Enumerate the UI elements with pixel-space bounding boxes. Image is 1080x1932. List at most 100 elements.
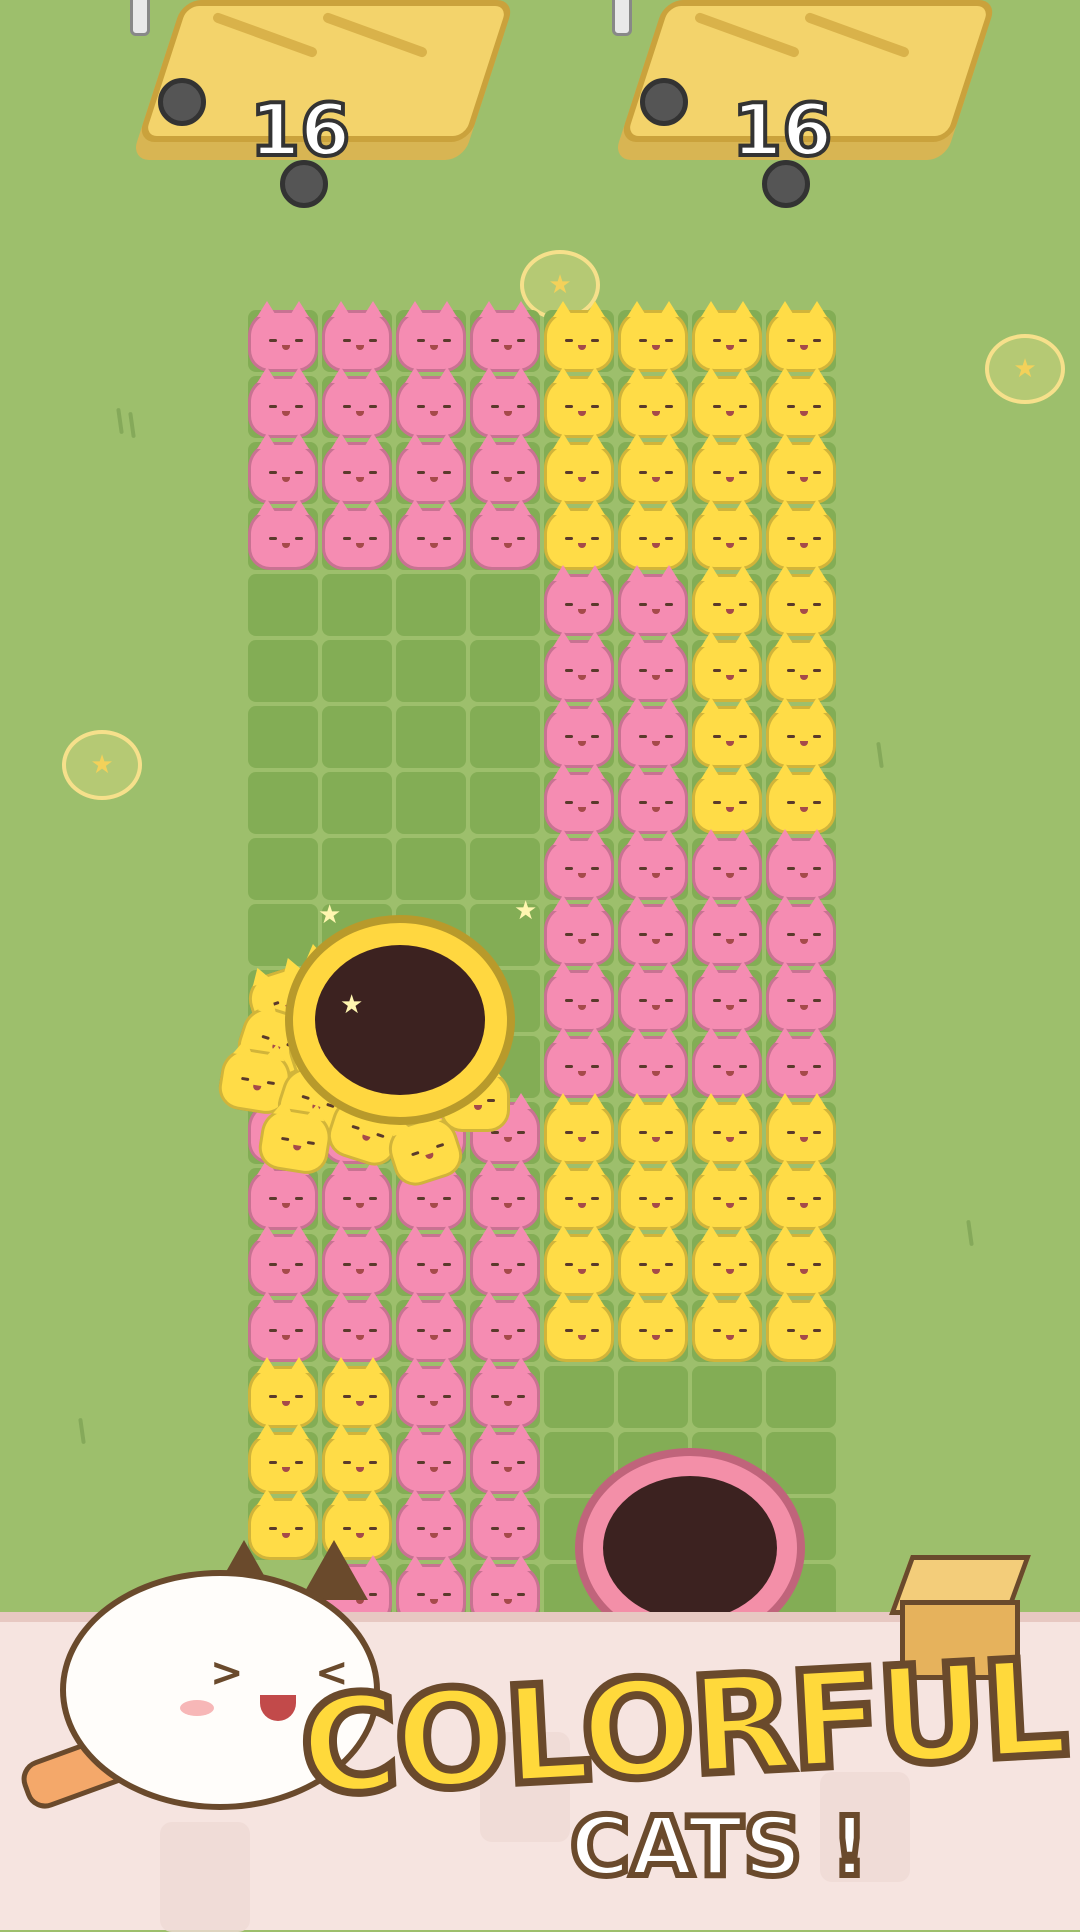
pink-cat[interactable] — [692, 1027, 762, 1098]
pink-cat[interactable] — [470, 1489, 540, 1560]
pink-cat[interactable] — [544, 631, 614, 702]
pink-cat[interactable] — [766, 829, 836, 900]
pink-cat[interactable] — [544, 961, 614, 1032]
yellow-cat[interactable] — [766, 301, 836, 372]
yellow-cat[interactable] — [766, 565, 836, 636]
yellow-cat[interactable] — [618, 301, 688, 372]
yellow-cat[interactable] — [766, 499, 836, 570]
yellow-cat[interactable] — [544, 1225, 614, 1296]
pink-cat[interactable] — [692, 829, 762, 900]
pink-cat[interactable] — [544, 1027, 614, 1098]
yellow-cat[interactable] — [692, 697, 762, 768]
yellow-cat[interactable] — [766, 697, 836, 768]
pink-cat[interactable] — [248, 433, 318, 504]
pink-cat[interactable] — [618, 895, 688, 966]
yellow-cat[interactable] — [692, 1159, 762, 1230]
yellow-cat[interactable] — [692, 631, 762, 702]
yellow-cat[interactable] — [692, 433, 762, 504]
yellow-cat[interactable] — [766, 1225, 836, 1296]
pink-cat[interactable] — [322, 1225, 392, 1296]
yellow-hole[interactable] — [285, 915, 515, 1125]
yellow-cat[interactable] — [692, 565, 762, 636]
pink-cat[interactable] — [248, 1225, 318, 1296]
pink-cat[interactable] — [470, 1159, 540, 1230]
yellow-cat[interactable] — [766, 433, 836, 504]
pink-cat[interactable] — [322, 1159, 392, 1230]
pink-cat[interactable] — [544, 697, 614, 768]
pink-cat[interactable] — [766, 895, 836, 966]
pink-cat[interactable] — [396, 1357, 466, 1428]
pink-cat[interactable] — [692, 961, 762, 1032]
pink-cat[interactable] — [322, 499, 392, 570]
pink-cat[interactable] — [618, 631, 688, 702]
paw-star-coin-icon[interactable]: ★ — [62, 730, 142, 800]
paw-star-coin-icon[interactable]: ★ — [985, 334, 1065, 404]
yellow-cat[interactable] — [544, 1159, 614, 1230]
yellow-cat[interactable] — [618, 1159, 688, 1230]
yellow-cat[interactable] — [692, 499, 762, 570]
yellow-cat[interactable] — [618, 433, 688, 504]
yellow-cat[interactable] — [544, 301, 614, 372]
pink-cat[interactable] — [618, 697, 688, 768]
yellow-cat[interactable] — [544, 499, 614, 570]
pink-cat[interactable] — [396, 433, 466, 504]
yellow-cat[interactable] — [766, 367, 836, 438]
pink-cat[interactable] — [470, 1423, 540, 1494]
pink-cat[interactable] — [470, 367, 540, 438]
pink-cat[interactable] — [396, 301, 466, 372]
pink-cat[interactable] — [544, 829, 614, 900]
pink-cat[interactable] — [470, 1225, 540, 1296]
yellow-cat[interactable] — [766, 763, 836, 834]
pink-cat[interactable] — [322, 1291, 392, 1362]
pink-cat[interactable] — [322, 367, 392, 438]
yellow-cat[interactable] — [692, 301, 762, 372]
yellow-cat[interactable] — [544, 1093, 614, 1164]
pink-cat[interactable] — [396, 1423, 466, 1494]
pink-cat[interactable] — [396, 1225, 466, 1296]
yellow-cat[interactable] — [692, 1225, 762, 1296]
yellow-cat[interactable] — [692, 367, 762, 438]
pink-cat[interactable] — [618, 829, 688, 900]
pink-cat[interactable] — [470, 1357, 540, 1428]
yellow-cat[interactable] — [248, 1423, 318, 1494]
pink-cat[interactable] — [544, 565, 614, 636]
pink-cat[interactable] — [766, 1027, 836, 1098]
pink-cat[interactable] — [544, 763, 614, 834]
pink-cat[interactable] — [396, 1291, 466, 1362]
yellow-cat[interactable] — [248, 1357, 318, 1428]
pink-cat[interactable] — [248, 301, 318, 372]
yellow-cat[interactable] — [766, 1291, 836, 1362]
cart-right[interactable]: 16 — [602, 0, 998, 210]
yellow-cat[interactable] — [692, 1093, 762, 1164]
pink-cat[interactable] — [248, 367, 318, 438]
yellow-cat[interactable] — [618, 367, 688, 438]
yellow-cat[interactable] — [618, 1225, 688, 1296]
pink-cat[interactable] — [544, 895, 614, 966]
pink-cat[interactable] — [618, 763, 688, 834]
yellow-cat[interactable] — [544, 367, 614, 438]
pink-cat[interactable] — [248, 499, 318, 570]
yellow-cat[interactable] — [692, 763, 762, 834]
pink-cat[interactable] — [766, 961, 836, 1032]
pink-cat[interactable] — [322, 301, 392, 372]
pink-cat[interactable] — [618, 1027, 688, 1098]
yellow-cat[interactable] — [692, 1291, 762, 1362]
pink-cat[interactable] — [470, 301, 540, 372]
pink-cat[interactable] — [396, 367, 466, 438]
yellow-cat[interactable] — [766, 1093, 836, 1164]
pink-cat[interactable] — [618, 565, 688, 636]
pink-cat[interactable] — [248, 1159, 318, 1230]
yellow-cat[interactable] — [322, 1423, 392, 1494]
yellow-cat[interactable] — [322, 1357, 392, 1428]
pink-cat[interactable] — [470, 499, 540, 570]
cart-left[interactable]: 16 — [120, 0, 516, 210]
yellow-cat[interactable] — [544, 1291, 614, 1362]
pink-cat[interactable] — [618, 961, 688, 1032]
yellow-cat[interactable] — [618, 1291, 688, 1362]
pink-cat[interactable] — [396, 1489, 466, 1560]
pink-cat[interactable] — [470, 1291, 540, 1362]
yellow-cat[interactable] — [766, 1159, 836, 1230]
yellow-cat[interactable] — [618, 499, 688, 570]
pink-cat[interactable] — [470, 433, 540, 504]
yellow-cat[interactable] — [766, 631, 836, 702]
